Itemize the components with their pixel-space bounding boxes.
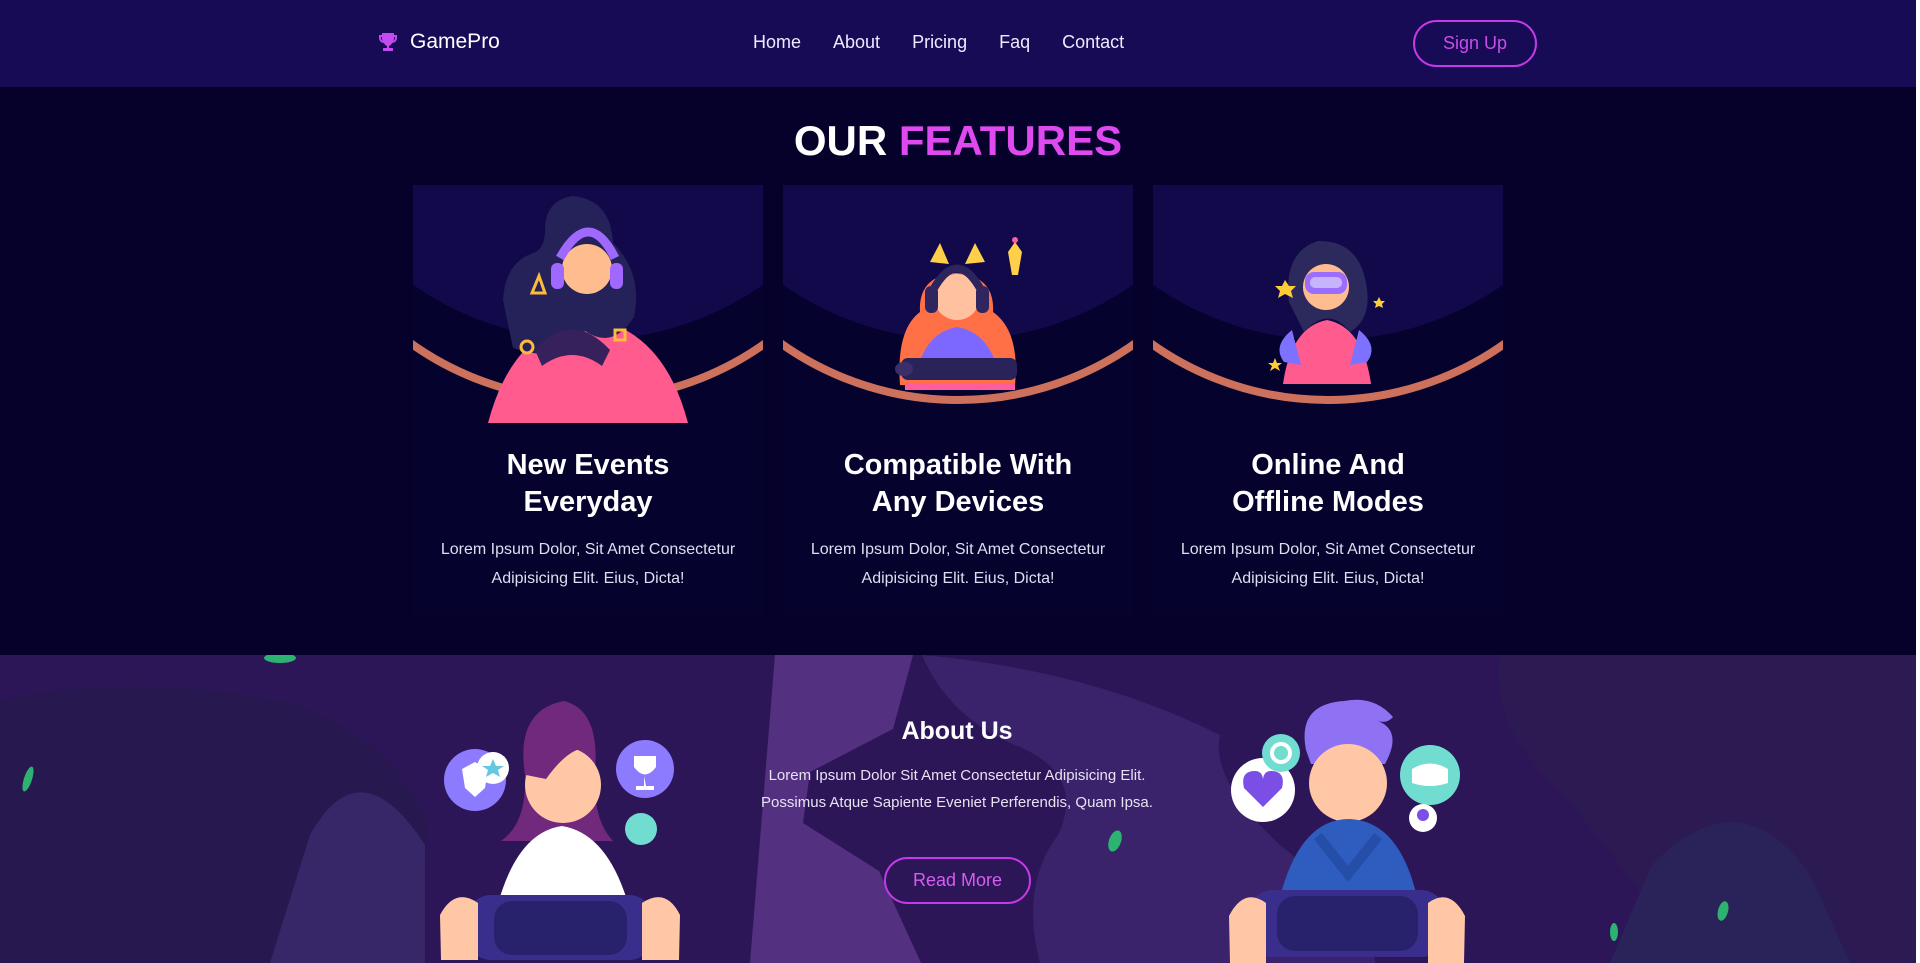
feature-title-line2: Everyday bbox=[523, 486, 653, 518]
gamer-at-keyboard-icon bbox=[783, 185, 1133, 425]
boy-gamer-icon bbox=[1229, 699, 1465, 963]
feature-description: Lorem Ipsum Dolor, Sit Amet Consectetur … bbox=[1180, 541, 1476, 587]
nav-link-about[interactable]: About bbox=[833, 32, 880, 53]
feature-card-compatible-devices: Compatible With Any Devices Lorem Ipsum … bbox=[783, 185, 1133, 618]
feature-card-new-events: New Events Everyday Lorem Ipsum Dolor, S… bbox=[413, 185, 763, 618]
nav-link-faq[interactable]: Faq bbox=[999, 32, 1030, 53]
main-menu: Home About Pricing Faq Contact bbox=[753, 32, 1124, 53]
vr-gamer-icon bbox=[1153, 185, 1503, 425]
gamer-with-headset-icon bbox=[413, 185, 763, 425]
feature-title-line1: Online And bbox=[1251, 449, 1405, 481]
read-more-button[interactable]: Read More bbox=[884, 857, 1031, 904]
girl-gamer-icon bbox=[440, 701, 680, 960]
trophy-icon bbox=[379, 33, 397, 51]
feature-description: Lorem Ipsum Dolor, Sit Amet Consectetur … bbox=[440, 541, 736, 587]
nav-link-contact[interactable]: Contact bbox=[1062, 32, 1124, 53]
nav-link-pricing[interactable]: Pricing bbox=[912, 32, 967, 53]
page-scrollbar-edge[interactable] bbox=[1916, 0, 1920, 963]
feature-card-online-offline: Online And Offline Modes Lorem Ipsum Dol… bbox=[1153, 185, 1503, 618]
about-description: Lorem Ipsum Dolor Sit Amet Consectetur A… bbox=[761, 767, 1153, 811]
feature-title-line1: New Events bbox=[506, 449, 670, 481]
brand-name: GamePro bbox=[410, 30, 500, 53]
sign-up-button[interactable]: Sign Up bbox=[1413, 20, 1537, 67]
feature-title: Online And Offline Modes bbox=[1153, 447, 1503, 521]
top-navigation: GamePro Home About Pricing Faq Contact S… bbox=[0, 0, 1916, 87]
feature-title-line2: Offline Modes bbox=[1232, 486, 1424, 518]
features-section: OUR FEATURES New Events Everyday Lorem I… bbox=[0, 87, 1916, 655]
landing-page: GamePro Home About Pricing Faq Contact S… bbox=[0, 0, 1920, 963]
features-heading-prefix: OUR bbox=[793, 117, 888, 164]
features-heading-accent: FEATURES bbox=[898, 117, 1123, 164]
brand-logo[interactable]: GamePro bbox=[376, 30, 500, 54]
feature-description: Lorem Ipsum Dolor, Sit Amet Consectetur … bbox=[810, 541, 1106, 587]
feature-title: Compatible With Any Devices bbox=[783, 447, 1133, 521]
features-heading: OUR FEATURES bbox=[0, 117, 1916, 165]
about-section: About Us Lorem Ipsum Dolor Sit Amet Cons… bbox=[0, 655, 1916, 963]
feature-title: New Events Everyday bbox=[413, 447, 763, 521]
feature-title-line2: Any Devices bbox=[871, 486, 1045, 518]
nav-link-home[interactable]: Home bbox=[753, 32, 801, 53]
feature-title-line1: Compatible With bbox=[843, 449, 1073, 481]
about-heading: About Us bbox=[901, 717, 1013, 745]
